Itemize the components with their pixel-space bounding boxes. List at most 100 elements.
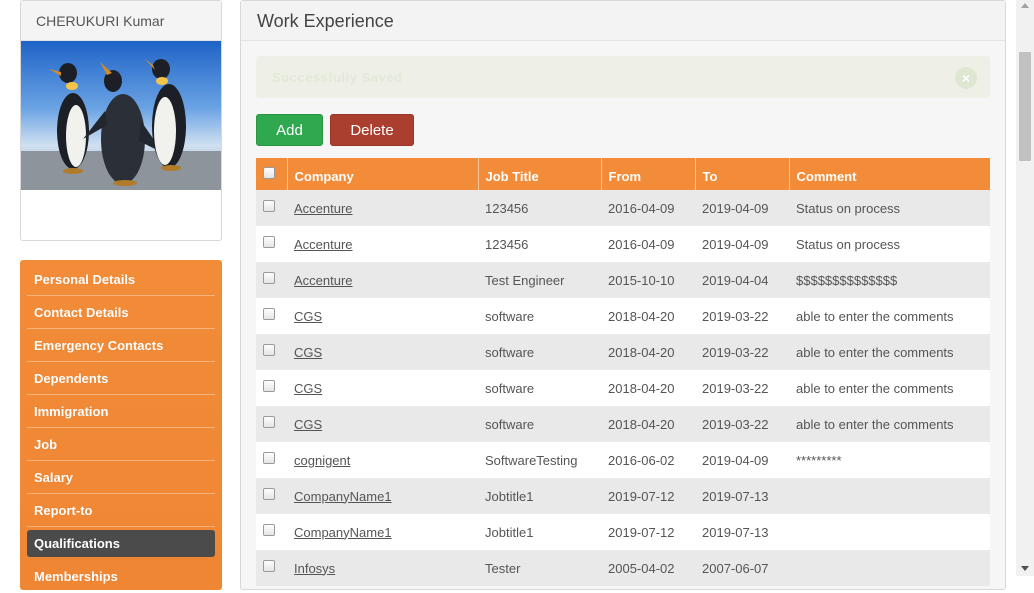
cell-to: 2019-03-22	[695, 334, 789, 370]
company-link[interactable]: CGS	[294, 381, 322, 396]
row-checkbox[interactable]	[263, 200, 275, 213]
column-header-from[interactable]: From	[601, 158, 696, 190]
cell-to: 2019-03-22	[695, 298, 789, 334]
sidebar-item-job[interactable]: Job	[27, 428, 215, 461]
company-link[interactable]: CompanyName1	[294, 525, 392, 540]
table-row: CGS software 2018-04-20 2019-03-22 able to e…	[256, 406, 990, 442]
cell-job-title: Tester	[478, 550, 601, 586]
cell-job-title: software	[478, 370, 601, 406]
row-checkbox[interactable]	[263, 236, 275, 249]
cell-company: CGS	[287, 370, 478, 406]
row-select-cell	[256, 298, 287, 334]
row-select-cell	[256, 262, 287, 298]
page-scrollbar[interactable]	[1016, 0, 1034, 576]
cell-company: cognigent	[287, 442, 478, 478]
cell-from: 2018-04-20	[601, 406, 695, 442]
row-checkbox[interactable]	[263, 344, 275, 357]
sidebar-item-memberships[interactable]: Memberships	[27, 560, 215, 593]
cell-job-title: software	[478, 406, 601, 442]
profile-photo[interactable]	[21, 41, 221, 190]
cell-to: 2019-04-09	[695, 226, 789, 262]
row-checkbox[interactable]	[263, 560, 275, 573]
cell-comment: able to enter the comments	[789, 406, 990, 442]
sidebar-item-emergency-contacts[interactable]: Emergency Contacts	[27, 329, 215, 362]
cell-from: 2016-04-09	[601, 226, 695, 262]
cell-company: Accenture	[287, 190, 478, 226]
scroll-down-icon[interactable]	[1021, 566, 1029, 571]
cell-from: 2019-07-12	[601, 478, 695, 514]
work-experience-panel: Work Experience Successfully Saved × Add…	[240, 0, 1006, 590]
table-row: CompanyName1 Jobtitle1 2019-07-12 2019-07-1…	[256, 478, 990, 514]
company-link[interactable]: Accenture	[294, 273, 353, 288]
add-button[interactable]: Add	[256, 114, 323, 146]
cell-comment: *********	[789, 442, 990, 478]
sidebar-item-contact-details[interactable]: Contact Details	[27, 296, 215, 329]
row-checkbox[interactable]	[263, 452, 275, 465]
row-select-cell	[256, 478, 287, 514]
table-header-row: Company Job Title From To Comment	[256, 158, 990, 190]
table-row: CompanyName1 Jobtitle1 2019-07-12 2019-07-1…	[256, 514, 990, 550]
row-select-cell	[256, 442, 287, 478]
cell-from: 2016-06-02	[601, 442, 695, 478]
cell-company: CompanyName1	[287, 514, 478, 550]
sidebar-item-qualifications[interactable]: Qualifications	[27, 530, 215, 557]
sidebar-item-salary[interactable]: Salary	[27, 461, 215, 494]
row-checkbox[interactable]	[263, 308, 275, 321]
delete-button[interactable]: Delete	[330, 114, 414, 146]
cell-from: 2018-04-20	[601, 334, 695, 370]
column-header-comment[interactable]: Comment	[789, 158, 990, 190]
cell-comment: Status on process	[789, 226, 990, 262]
sidebar-item-immigration[interactable]: Immigration	[27, 395, 215, 428]
cell-comment	[789, 514, 990, 550]
column-header-company[interactable]: Company	[287, 158, 479, 190]
column-header-job-title[interactable]: Job Title	[478, 158, 602, 190]
row-select-cell	[256, 550, 287, 586]
table-row: CGS software 2018-04-20 2019-03-22 able to e…	[256, 298, 990, 334]
company-link[interactable]: CGS	[294, 417, 322, 432]
success-message-text: Successfully Saved	[272, 70, 403, 85]
cell-company: Infosys	[287, 550, 478, 586]
sidebar-item-dependents[interactable]: Dependents	[27, 362, 215, 395]
row-checkbox[interactable]	[263, 380, 275, 393]
cell-comment	[789, 550, 990, 586]
select-all-checkbox[interactable]	[263, 167, 275, 180]
cell-job-title: 123456	[478, 190, 601, 226]
row-checkbox[interactable]	[263, 416, 275, 429]
row-select-cell	[256, 226, 287, 262]
row-select-cell	[256, 514, 287, 550]
column-header-to[interactable]: To	[695, 158, 790, 190]
row-checkbox[interactable]	[263, 272, 275, 285]
row-select-cell	[256, 370, 287, 406]
cell-company: CompanyName1	[287, 478, 478, 514]
scrollbar-thumb[interactable]	[1019, 52, 1031, 161]
sidebar-item-report-to[interactable]: Report-to	[27, 494, 215, 527]
company-link[interactable]: CompanyName1	[294, 489, 392, 504]
cell-job-title: Test Engineer	[478, 262, 601, 298]
row-select-cell	[256, 334, 287, 370]
cell-to: 2007-06-07	[695, 550, 789, 586]
cell-job-title: software	[478, 334, 601, 370]
page-title: Work Experience	[241, 1, 1005, 41]
company-link[interactable]: Infosys	[294, 561, 335, 576]
cell-company: Accenture	[287, 226, 478, 262]
row-select-cell	[256, 406, 287, 442]
cell-job-title: Jobtitle1	[478, 514, 601, 550]
profile-card: CHERUKURI Kumar	[20, 0, 222, 241]
row-checkbox[interactable]	[263, 488, 275, 501]
cell-from: 2015-10-10	[601, 262, 695, 298]
cell-to: 2019-04-09	[695, 190, 789, 226]
cell-company: CGS	[287, 334, 478, 370]
cell-comment: able to enter the comments	[789, 298, 990, 334]
company-link[interactable]: CGS	[294, 345, 322, 360]
cell-from: 2018-04-20	[601, 370, 695, 406]
cell-job-title: SoftwareTesting	[478, 442, 601, 478]
row-checkbox[interactable]	[263, 524, 275, 537]
scroll-up-icon[interactable]	[1021, 3, 1029, 8]
sidebar-item-personal-details[interactable]: Personal Details	[27, 263, 215, 296]
company-link[interactable]: Accenture	[294, 201, 353, 216]
company-link[interactable]: CGS	[294, 309, 322, 324]
company-link[interactable]: Accenture	[294, 237, 353, 252]
company-link[interactable]: cognigent	[294, 453, 350, 468]
close-icon[interactable]: ×	[955, 67, 977, 89]
cell-to: 2019-03-22	[695, 406, 789, 442]
